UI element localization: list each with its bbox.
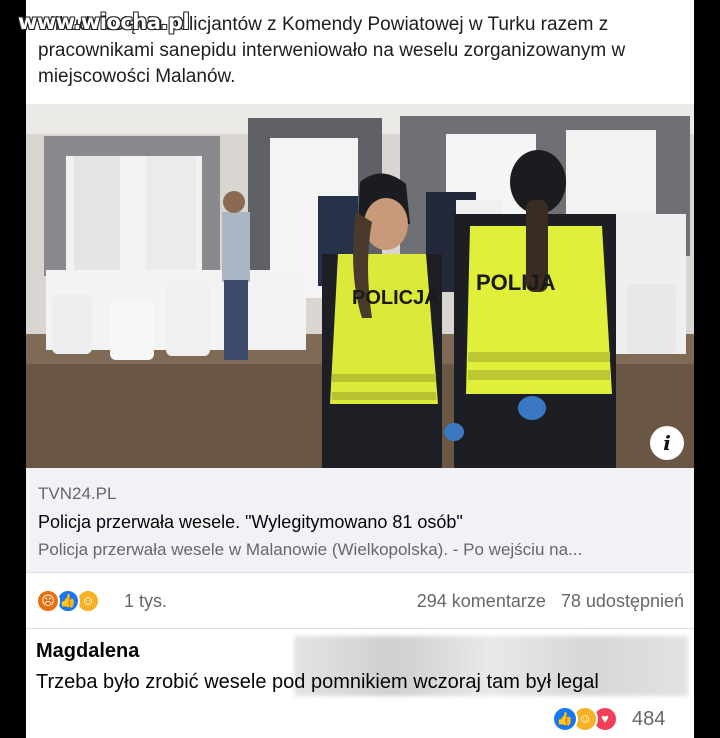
comment-text: Trzeba było zrobić wesele pod pomnikiem … [36,671,599,693]
comment: Magdalena Trzeba było zrobić wesele pod … [26,628,694,738]
link-preview[interactable]: TVN24.PL Policja przerwała wesele. "Wyle… [26,468,694,573]
comment-reaction-count[interactable]: 484 [632,708,665,731]
comment-author[interactable]: Magdalena [36,640,139,663]
link-description: Policja przerwała wesele w Malanowie (Wi… [38,540,583,559]
reaction-count[interactable]: 1 tys. [124,591,167,612]
comments-shares: 294 komentarze 78 udostępnień [417,591,684,612]
link-title[interactable]: Policja przerwała wesele. "Wylegitymowan… [38,512,463,533]
facebook-post-card: Kilkudziesięciu policjantów z Komendy Po… [26,0,694,738]
site-watermark: www.wiocha.pl [18,10,190,34]
vest-label-right: POLIJA [476,270,556,295]
angry-icon: ☹ [36,589,60,613]
post-photo[interactable]: POLIJA POLICJA i [26,104,694,468]
share-count[interactable]: 78 udostępnień [561,591,684,611]
vest-label-left: POLICJA [352,287,439,309]
comment-count[interactable]: 294 komentarze [417,591,546,611]
link-domain: TVN24.PL [38,484,117,503]
wedding-hall-photo: POLIJA POLICJA [26,104,694,468]
like-icon: 👍 [552,706,578,732]
post-stats-bar: ☹ 👍 ☺ 1 tys. 294 komentarze 78 udostępni… [26,572,694,629]
info-icon[interactable]: i [650,426,684,460]
